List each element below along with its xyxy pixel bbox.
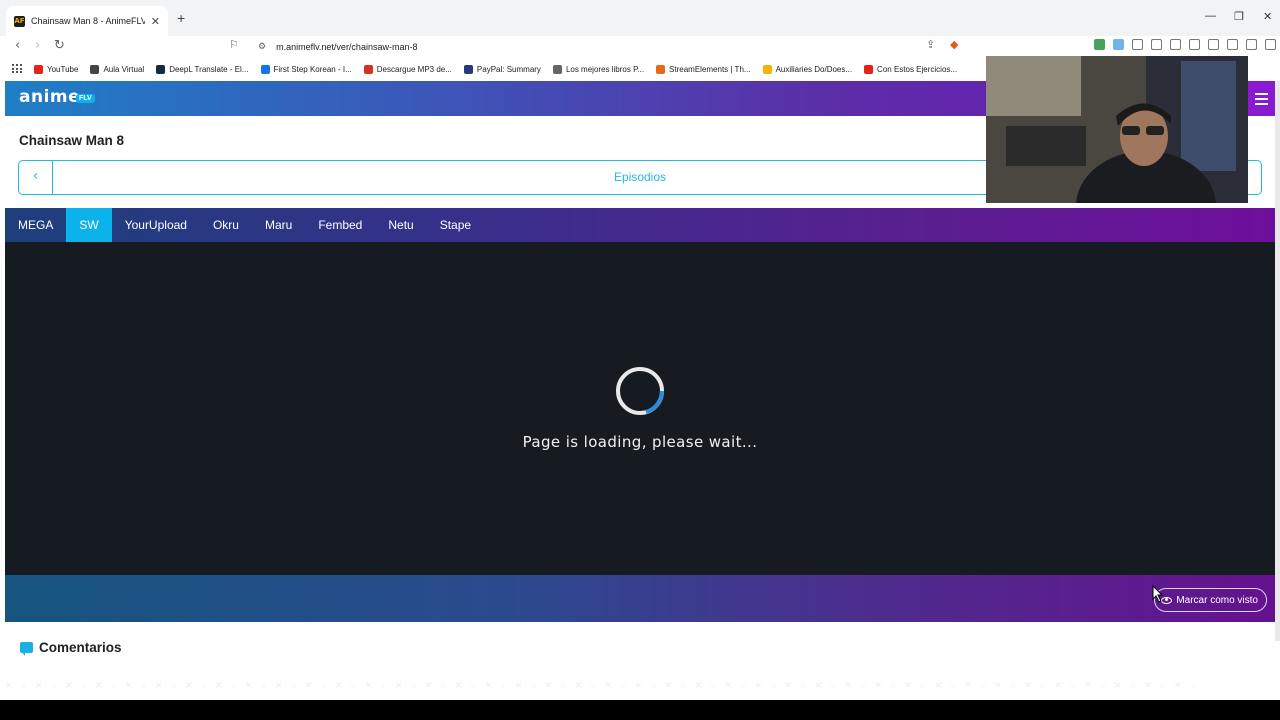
loading-spinner-icon [616,367,664,415]
bookmark-favicon-icon [656,64,666,74]
close-window-icon[interactable]: ✕ [1263,10,1272,23]
address-bar[interactable]: ⚙ m.animeflv.net/ver/chainsaw-man-8 [248,37,970,56]
server-tabs: MEGA SW YourUpload Okru Maru Fembed Netu Stape [5,208,1275,242]
bookmark-item[interactable]: YouTube [34,64,79,74]
bookmark-label: YouTube [47,64,79,74]
server-tab-fembed[interactable]: Fembed [305,208,375,242]
forward-icon[interactable]: › [35,38,40,53]
server-tab-netu[interactable]: Netu [375,208,426,242]
logo-badge: FLV [76,94,95,103]
back-icon[interactable]: ‹ [15,38,20,53]
extension-icon[interactable] [1151,39,1162,50]
bookmark-label: Descargue MP3 de... [376,64,452,74]
comments-heading: Comentarios [20,640,122,656]
menu-icon[interactable] [1265,39,1276,50]
extension-icon[interactable] [1132,39,1143,50]
bookmark-favicon-icon [762,64,772,74]
server-tab-stape[interactable]: Stape [427,208,484,242]
background-pattern: ✕ ○ ✕ ○ ✕ ○ ✕ ○ ✕ ○ ✕ ○ ✕ ○ ✕ ○ ✕ ○ ✕ ○ … [5,680,1199,690]
bookmark-label: First Step Korean - I... [273,64,352,74]
server-tab-maru[interactable]: Maru [252,208,305,242]
mark-watched-label: Marcar como visto [1176,594,1258,606]
taskbar-strip [0,700,1280,720]
webcam-person-image [986,56,1248,203]
reload-icon[interactable]: ↻ [54,38,65,53]
minimize-icon[interactable]: — [1205,10,1216,22]
bookmark-item[interactable]: PayPal: Summary [463,64,541,74]
bookmark-label: Aula Virtual [103,64,145,74]
server-tab-okru[interactable]: Okru [200,208,252,242]
extension-icons [1094,39,1276,50]
bookmark-item[interactable]: First Step Korean - I... [260,64,352,74]
animeflv-favicon-icon: AF [14,15,25,27]
bookmark-favicon-icon [260,64,270,74]
url-text: m.animeflv.net/ver/chainsaw-man-8 [276,41,418,52]
bookmark-label: Auxiliaries Do/Does... [775,64,853,74]
bookmark-item[interactable]: Los mejores libros P... [552,64,645,74]
new-tab-icon[interactable]: + [177,10,185,26]
bookmark-label: DeepL Translate - El... [169,64,249,74]
previous-episode-icon[interactable]: ‹ [19,161,53,194]
bookmark-favicon-icon [34,64,43,74]
server-tab-mega[interactable]: MEGA [5,208,66,242]
hamburger-menu-icon[interactable] [1247,81,1275,116]
bookmark-item[interactable]: StreamElements | Th... [656,64,751,74]
site-logo[interactable]: anime [19,87,80,107]
browser-tab[interactable]: AF Chainsaw Man 8 - AnimeFLV ✕ [6,6,168,36]
brave-shield-icon[interactable]: ◆ [950,38,958,51]
bookmark-item[interactable]: Auxiliaries Do/Does... [762,64,853,74]
scrollbar[interactable] [1275,81,1280,641]
browser-toolbar: ‹ › ↻ ⚐ ⚙ m.animeflv.net/ver/chainsaw-ma… [0,36,1280,58]
comments-title: Comentarios [39,640,122,655]
tab-title: Chainsaw Man 8 - AnimeFLV [31,16,145,26]
apps-grid-icon[interactable] [12,64,22,74]
bookmark-label: Con Estos Ejercicios... [877,64,958,74]
restore-icon[interactable]: ❐ [1234,10,1244,23]
ai-icon[interactable] [1227,39,1238,50]
sidebar-icon[interactable] [1189,39,1200,50]
mark-watched-button[interactable]: Marcar como visto [1154,588,1267,612]
music-icon[interactable] [1170,39,1181,50]
bookmark-favicon-icon [363,64,373,74]
vpn-icon[interactable] [1246,39,1257,50]
player-footer: Marcar como visto [5,575,1275,622]
webcam-overlay [986,56,1248,203]
close-tab-icon[interactable]: ✕ [151,15,160,28]
server-tab-sw[interactable]: SW [66,208,112,242]
bookmark-favicon-icon [463,64,473,74]
server-tab-yourupload[interactable]: YourUpload [112,208,200,242]
bookmark-favicon-icon [552,64,562,74]
share-icon[interactable]: ⇪ [926,38,935,51]
bookmark-item[interactable]: Aula Virtual [90,64,145,74]
bookmark-favicon-icon [864,64,874,74]
comment-icon [20,642,33,656]
page-title: Chainsaw Man 8 [19,133,125,148]
screen: AF Chainsaw Man 8 - AnimeFLV ✕ + — ❐ ✕ ‹… [0,0,1280,720]
bookmark-item[interactable]: Con Estos Ejercicios... [864,64,958,74]
bookmark-icon[interactable]: ⚐ [229,38,239,51]
bookmark-label: Los mejores libros P... [565,64,645,74]
extension-icon[interactable] [1113,39,1124,50]
bookmark-item[interactable]: DeepL Translate - El... [156,64,249,74]
bookmark-item[interactable]: Descargue MP3 de... [363,64,452,74]
bookmark-label: PayPal: Summary [476,64,541,74]
video-player[interactable]: Page is loading, please wait... [5,242,1275,575]
browser-tabbar: AF Chainsaw Man 8 - AnimeFLV ✕ + — ❐ ✕ [0,0,1280,36]
bookmark-favicon-icon [90,64,100,74]
extension-icon[interactable] [1094,39,1105,50]
loading-text: Page is loading, please wait... [522,433,758,451]
bookmark-label: StreamElements | Th... [669,64,751,74]
wallet-icon[interactable] [1208,39,1219,50]
site-info-icon[interactable]: ⚙ [258,41,266,52]
bookmark-favicon-icon [156,64,166,74]
